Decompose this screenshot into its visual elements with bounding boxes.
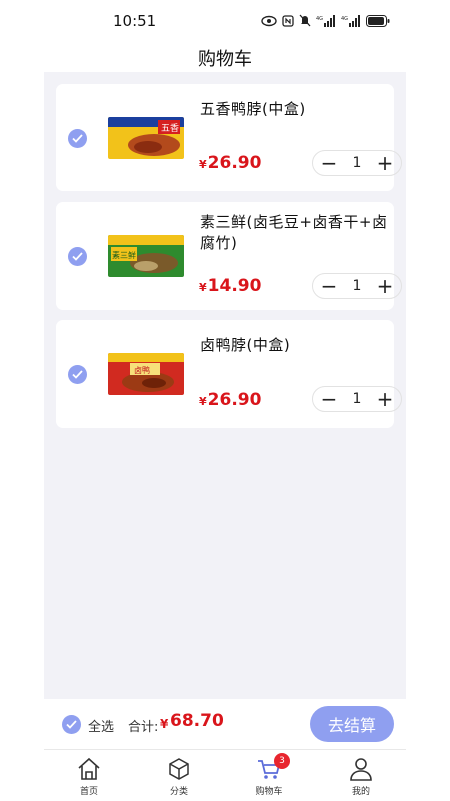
check-icon — [72, 134, 83, 143]
price-currency: ¥ — [199, 395, 207, 408]
product-image[interactable]: 素三鲜 — [108, 235, 184, 277]
price-currency: ¥ — [199, 158, 207, 171]
check-icon — [66, 720, 77, 729]
select-all-label[interactable]: 全选 — [88, 716, 114, 735]
tab-label: 分类 — [169, 787, 188, 797]
cart-list: 五香 五香鸭脖(中盒) ¥26.90 − 1 + 素三鲜 素三鲜(卤毛豆+卤香干… — [44, 72, 406, 699]
quantity-stepper: − 1 + — [312, 273, 402, 299]
quantity-value[interactable]: 1 — [353, 155, 362, 171]
product-image[interactable]: 五香 — [108, 117, 184, 159]
total-label: 合计: — [128, 720, 159, 735]
item-checkbox[interactable] — [68, 365, 87, 384]
total-value: 68.70 — [170, 711, 224, 731]
quantity-value[interactable]: 1 — [353, 278, 362, 294]
tab-category[interactable]: 分类 — [134, 750, 224, 801]
decrement-button[interactable]: − — [317, 274, 341, 298]
check-icon — [72, 370, 83, 379]
tab-label: 首页 — [79, 787, 98, 797]
cart-item: 卤鸭 卤鸭脖(中盒) ¥26.90 − 1 + — [56, 320, 402, 428]
product-price: ¥14.90 — [199, 276, 261, 296]
product-image[interactable]: 卤鸭 — [108, 353, 184, 395]
price-value: 26.90 — [207, 390, 262, 410]
box-label: 五香 — [161, 123, 179, 134]
page-title: 购物车 — [198, 49, 252, 70]
network-label-2: 4G — [341, 16, 348, 22]
box-label: 卤鸭 — [134, 365, 150, 375]
select-all-checkbox[interactable] — [62, 715, 81, 734]
tab-cart[interactable]: 3 购物车 — [224, 750, 314, 801]
user-icon — [348, 755, 374, 783]
battery-icon — [366, 14, 390, 27]
price-value: 14.90 — [207, 276, 262, 296]
item-checkbox[interactable] — [68, 247, 87, 266]
quantity-value[interactable]: 1 — [353, 391, 362, 407]
total-currency: ¥ — [160, 717, 169, 731]
box-label: 素三鲜 — [112, 250, 136, 260]
product-name[interactable]: 卤鸭脖(中盒) — [200, 335, 400, 356]
signal-icon-2: 4G — [341, 14, 361, 27]
cart-icon: 3 — [256, 753, 290, 783]
price-value: 26.90 — [207, 153, 262, 173]
product-price: ¥26.90 — [199, 153, 261, 173]
increment-button[interactable]: + — [373, 274, 397, 298]
category-box-icon — [166, 755, 192, 783]
increment-button[interactable]: + — [373, 387, 397, 411]
signal-icon: 4G — [316, 14, 336, 27]
checkout-button[interactable]: 去结算 — [310, 706, 394, 742]
product-name[interactable]: 素三鲜(卤毛豆+卤香干+卤腐竹) — [200, 212, 400, 254]
status-bar: 10:51 4G 4G — [0, 0, 450, 42]
home-icon — [76, 755, 102, 783]
decrement-button[interactable]: − — [317, 387, 341, 411]
tab-home[interactable]: 首页 — [44, 750, 134, 801]
product-name[interactable]: 五香鸭脖(中盒) — [200, 99, 400, 120]
increment-button[interactable]: + — [373, 151, 397, 175]
checkout-bar: 全选 合计: ¥ 68.70 去结算 — [44, 699, 406, 749]
cart-badge: 3 — [274, 753, 290, 769]
tab-profile[interactable]: 我的 — [316, 750, 406, 801]
decrement-button[interactable]: − — [317, 151, 341, 175]
status-icons: 4G 4G — [261, 14, 390, 27]
product-price: ¥26.90 — [199, 390, 261, 410]
tab-bar: 首页 分类 3 购物车 我的 — [44, 749, 406, 801]
nfc-icon — [282, 14, 294, 27]
price-currency: ¥ — [199, 281, 207, 294]
cart-item: 五香 五香鸭脖(中盒) ¥26.90 − 1 + — [56, 84, 402, 191]
tab-label: 购物车 — [255, 787, 283, 797]
network-label: 4G — [316, 16, 323, 22]
status-time: 10:51 — [113, 12, 157, 30]
mute-icon — [299, 14, 311, 27]
check-icon — [72, 252, 83, 261]
eye-icon — [261, 15, 277, 27]
item-checkbox[interactable] — [68, 129, 87, 148]
quantity-stepper: − 1 + — [312, 150, 402, 176]
cart-item: 素三鲜 素三鲜(卤毛豆+卤香干+卤腐竹) ¥14.90 − 1 + — [56, 202, 402, 310]
tab-label: 我的 — [351, 787, 370, 797]
quantity-stepper: − 1 + — [312, 386, 402, 412]
